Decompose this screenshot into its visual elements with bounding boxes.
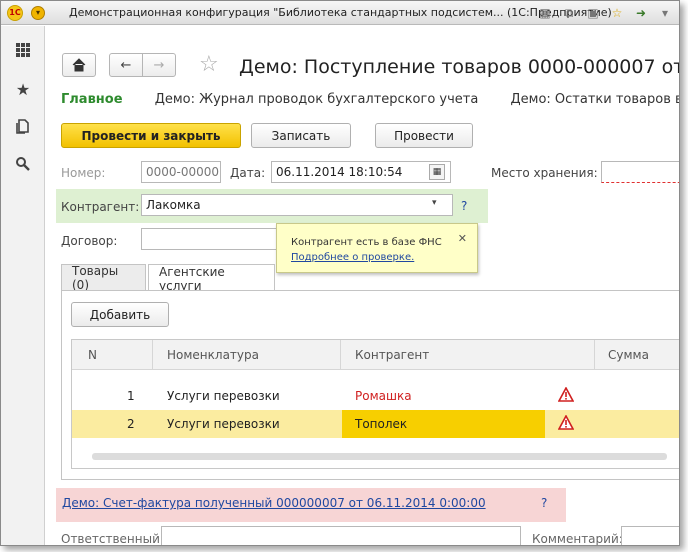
form-sections: Главное Демо: Журнал проводок бухгалтерс… [61,92,679,107]
tab-agent-services[interactable]: Агентские услуги [148,264,275,293]
app-window: 1С ▾ Демонстрационная конфигурация "Библ… [0,0,680,546]
tooltip-text: Контрагент есть в базе ФНС [291,237,442,248]
row-number: 2 [127,417,135,431]
history-icon[interactable] [13,116,33,136]
save-icon[interactable]: ▣ [585,5,601,21]
counterparty-label: Контрагент: [61,200,140,214]
responsible-label: Ответственный: [61,532,164,546]
main-menu-icon[interactable]: ▾ [31,5,45,20]
section-accounting-journal[interactable]: Демо: Журнал проводок бухгалтерского уче… [155,92,479,107]
table-row[interactable]: 1 Услуги перевозки Ромашка [72,382,679,410]
section-stock-balances[interactable]: Демо: Остатки товаров в [510,92,679,107]
column-header-n[interactable]: N [88,348,97,362]
add-button[interactable]: Добавить [71,302,169,327]
contract-label: Договор: [61,234,118,248]
save-button[interactable]: Записать [251,123,351,148]
column-header-counterparty[interactable]: Контрагент [355,348,429,362]
row-item[interactable]: Услуги перевозки [167,389,280,403]
responsible-field[interactable] [161,526,521,545]
comment-field[interactable] [621,526,679,545]
number-label: Номер: [61,166,106,180]
storage-field[interactable] [601,161,679,183]
comment-label: Комментарий: [532,532,623,546]
table-header: N Номенклатура Контрагент Сумма [72,340,679,370]
calendar-icon[interactable]: ▦ [537,5,553,21]
warning-icon[interactable] [558,415,574,431]
number-field[interactable]: 0000-000007 [141,161,221,183]
tooltip-link[interactable]: Подробнее о проверке. [291,252,414,263]
invoice-link[interactable]: Демо: Счет-фактура полученный 000000007 … [62,496,486,510]
column-divider [594,340,595,370]
forward-icon[interactable]: ➜ [633,5,649,21]
table-row[interactable]: 2 Услуги перевозки Тополек [72,410,679,438]
copy-icon[interactable]: ⧉ [561,5,577,21]
section-main[interactable]: Главное [61,92,123,107]
grid-icon[interactable] [13,40,33,60]
search-icon[interactable] [13,154,33,174]
app-logo-icon: 1С [7,4,23,21]
star-icon[interactable]: ★ [13,79,33,99]
forward-button[interactable]: → [142,53,176,77]
counterparty-field[interactable]: Лакомка [141,194,453,216]
arrow-right-icon: → [153,57,165,73]
document-form: ← → ☆ Демо: Поступление товаров 0000-000… [46,26,679,545]
home-button[interactable] [62,53,96,77]
post-and-close-button[interactable]: Провести и закрыть [61,123,241,148]
column-header-sum[interactable]: Сумма [608,348,649,362]
contract-field[interactable] [141,228,281,250]
post-button[interactable]: Провести [375,123,473,148]
sections-panel: ★ [1,26,45,545]
row-counterparty[interactable]: Ромашка [355,389,412,403]
date-label: Дата: [230,166,266,180]
column-header-item[interactable]: Номенклатура [167,348,259,362]
column-divider [152,340,153,370]
close-icon[interactable]: ✕ [458,232,467,245]
agent-services-table: N Номенклатура Контрагент Сумма 1 Услуги… [71,339,679,469]
star-icon[interactable]: ☆ [609,5,625,21]
tab-goods[interactable]: Товары (0) [61,264,146,292]
horizontal-scrollbar[interactable] [92,453,667,460]
arrow-left-icon: ← [120,57,132,73]
warning-icon[interactable] [558,387,574,403]
row-counterparty[interactable]: Тополек [355,417,407,431]
favorite-star-icon[interactable]: ☆ [199,53,219,77]
menu-dropdown-icon[interactable]: ▾ [657,5,673,21]
row-item[interactable]: Услуги перевозки [167,417,280,431]
storage-label: Место хранения: [491,166,598,180]
help-icon[interactable]: ? [541,496,547,510]
date-field[interactable]: 06.11.2014 18:10:54 [271,161,451,183]
back-button[interactable]: ← [109,53,143,77]
row-number: 1 [127,389,135,403]
help-icon[interactable]: ? [461,199,467,213]
column-divider [340,340,341,370]
fns-check-tooltip: Контрагент есть в базе ФНС Подробнее о п… [276,223,478,273]
home-icon [72,58,86,72]
page-title: Демо: Поступление товаров 0000-000007 от [239,56,680,78]
calendar-icon[interactable]: ▦ [429,164,445,180]
dropdown-icon[interactable]: ▾ [432,198,437,208]
window-title: Демонстрационная конфигурация "Библиотек… [69,6,612,19]
title-bar-actions: ▦ ⧉ ▣ ☆ ➜ ▾ [537,5,673,21]
title-bar: 1С ▾ Демонстрационная конфигурация "Библ… [1,1,679,25]
